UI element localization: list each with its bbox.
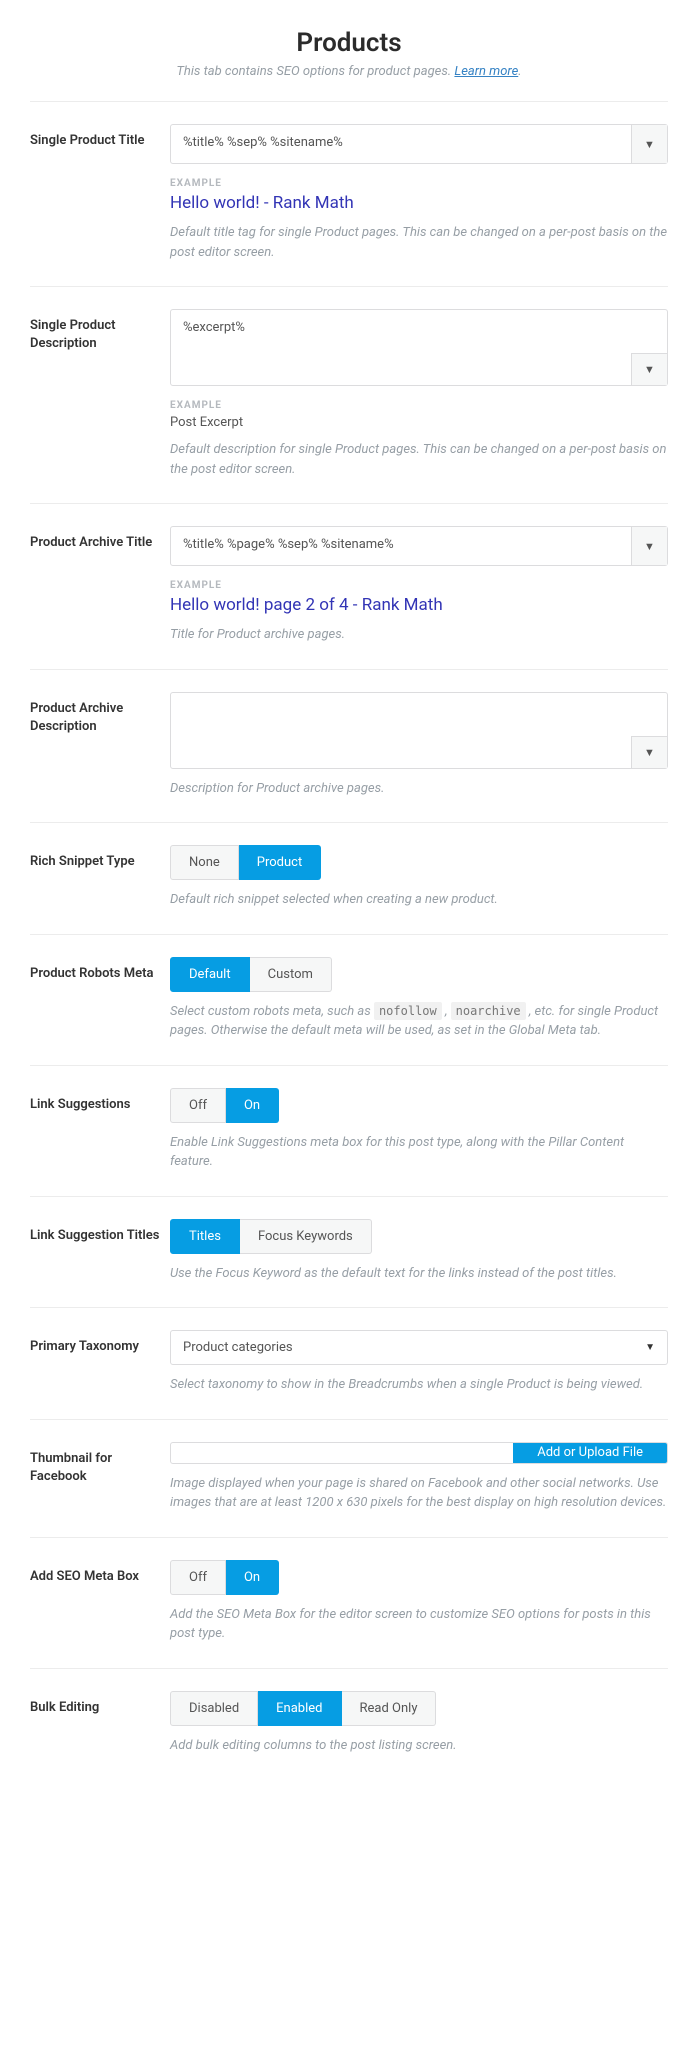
bulk-edit-enabled[interactable]: Enabled <box>258 1691 341 1726</box>
robots-mid1: , <box>442 1004 451 1019</box>
link-sugg-desc: Enable Link Suggestions meta box for thi… <box>170 1133 668 1172</box>
archive-desc-value[interactable] <box>171 693 667 768</box>
bulk-edit-group: Disabled Enabled Read Only <box>170 1691 436 1726</box>
link-sugg-off[interactable]: Off <box>170 1088 226 1123</box>
single-desc-value[interactable]: %excerpt% <box>171 310 667 385</box>
robots-default[interactable]: Default <box>170 957 250 992</box>
seo-box-off[interactable]: Off <box>170 1560 226 1595</box>
single-title-example: Hello world! - Rank Math <box>170 193 668 213</box>
single-desc-dropdown[interactable]: ▼ <box>631 353 667 385</box>
section-rich-snippet: Rich Snippet Type None Product Default r… <box>30 822 668 934</box>
chevron-down-icon: ▼ <box>644 746 655 759</box>
single-desc-desc: Default description for single Product p… <box>170 440 668 479</box>
primary-tax-select[interactable]: Product categories ▼ <box>170 1330 668 1365</box>
label-bulk-edit: Bulk Editing <box>30 1691 170 1717</box>
label-rich-snippet: Rich Snippet Type <box>30 845 170 871</box>
example-label: EXAMPLE <box>170 400 668 411</box>
subtitle-post: . <box>518 64 521 79</box>
section-robots: Product Robots Meta Default Custom Selec… <box>30 934 668 1065</box>
label-primary-tax: Primary Taxonomy <box>30 1330 170 1356</box>
robots-custom[interactable]: Custom <box>250 957 332 992</box>
label-single-title: Single Product Title <box>30 124 170 150</box>
thumb-fb-desc: Image displayed when your page is shared… <box>170 1474 668 1513</box>
triangle-down-icon: ▼ <box>645 1342 655 1353</box>
label-archive-title: Product Archive Title <box>30 526 170 552</box>
robots-code1: nofollow <box>374 1002 442 1020</box>
section-link-sugg-titles: Link Suggestion Titles Titles Focus Keyw… <box>30 1196 668 1308</box>
section-seo-box: Add SEO Meta Box Off On Add the SEO Meta… <box>30 1537 668 1668</box>
thumb-fb-upload-button[interactable]: Add or Upload File <box>513 1443 667 1463</box>
archive-title-example: Hello world! page 2 of 4 - Rank Math <box>170 595 668 615</box>
archive-title-dropdown[interactable]: ▼ <box>631 527 667 565</box>
learn-more-link[interactable]: Learn more <box>454 64 518 79</box>
seo-box-on[interactable]: On <box>226 1560 279 1595</box>
rich-snippet-desc: Default rich snippet selected when creat… <box>170 890 668 910</box>
page-subtitle: This tab contains SEO options for produc… <box>30 64 668 79</box>
single-desc-example: Post Excerpt <box>170 415 668 430</box>
bulk-edit-readonly[interactable]: Read Only <box>342 1691 437 1726</box>
label-single-desc: Single Product Description <box>30 309 170 353</box>
section-thumb-fb: Thumbnail for Facebook Add or Upload Fil… <box>30 1419 668 1537</box>
chevron-down-icon: ▼ <box>644 138 655 151</box>
archive-title-desc: Title for Product archive pages. <box>170 625 668 645</box>
page-title: Products <box>30 28 668 58</box>
robots-group: Default Custom <box>170 957 332 992</box>
rich-snippet-none[interactable]: None <box>170 845 239 880</box>
label-link-sugg: Link Suggestions <box>30 1088 170 1114</box>
section-single-desc: Single Product Description %excerpt% ▼ E… <box>30 286 668 503</box>
archive-title-value[interactable]: %title% %page% %sep% %sitename% <box>171 527 631 565</box>
robots-desc: Select custom robots meta, such as nofol… <box>170 1002 668 1041</box>
single-title-input[interactable]: %title% %sep% %sitename% ▼ <box>170 124 668 164</box>
archive-desc-dropdown[interactable]: ▼ <box>631 736 667 768</box>
bulk-edit-desc: Add bulk editing columns to the post lis… <box>170 1736 668 1756</box>
subtitle-text: This tab contains SEO options for produc… <box>176 64 454 79</box>
bulk-edit-disabled[interactable]: Disabled <box>170 1691 258 1726</box>
chevron-down-icon: ▼ <box>644 363 655 376</box>
archive-title-input[interactable]: %title% %page% %sep% %sitename% ▼ <box>170 526 668 566</box>
example-label: EXAMPLE <box>170 580 668 591</box>
robots-code2: noarchive <box>451 1002 526 1020</box>
single-title-value[interactable]: %title% %sep% %sitename% <box>171 125 631 163</box>
section-bulk-edit: Bulk Editing Disabled Enabled Read Only … <box>30 1668 668 1780</box>
single-desc-input[interactable]: %excerpt% ▼ <box>170 309 668 386</box>
link-sugg-group: Off On <box>170 1088 279 1123</box>
label-link-sugg-titles: Link Suggestion Titles <box>30 1219 170 1245</box>
link-sugg-titles-desc: Use the Focus Keyword as the default tex… <box>170 1264 668 1284</box>
label-seo-box: Add SEO Meta Box <box>30 1560 170 1586</box>
label-robots: Product Robots Meta <box>30 957 170 983</box>
section-single-title: Single Product Title %title% %sep% %site… <box>30 101 668 286</box>
link-sugg-on[interactable]: On <box>226 1088 279 1123</box>
link-sugg-titles-titles[interactable]: Titles <box>170 1219 240 1254</box>
label-thumb-fb: Thumbnail for Facebook <box>30 1442 170 1486</box>
section-primary-tax: Primary Taxonomy Product categories ▼ Se… <box>30 1307 668 1419</box>
seo-box-group: Off On <box>170 1560 279 1595</box>
example-label: EXAMPLE <box>170 178 668 189</box>
rich-snippet-product[interactable]: Product <box>239 845 321 880</box>
section-archive-desc: Product Archive Description ▼ Descriptio… <box>30 669 668 823</box>
section-archive-title: Product Archive Title %title% %page% %se… <box>30 503 668 669</box>
primary-tax-value: Product categories <box>183 1340 293 1355</box>
link-sugg-titles-focus[interactable]: Focus Keywords <box>240 1219 372 1254</box>
archive-desc-input[interactable]: ▼ <box>170 692 668 769</box>
primary-tax-desc: Select taxonomy to show in the Breadcrum… <box>170 1375 668 1395</box>
section-link-sugg: Link Suggestions Off On Enable Link Sugg… <box>30 1065 668 1196</box>
link-sugg-titles-group: Titles Focus Keywords <box>170 1219 372 1254</box>
archive-desc-desc: Description for Product archive pages. <box>170 779 668 799</box>
label-archive-desc: Product Archive Description <box>30 692 170 736</box>
chevron-down-icon: ▼ <box>644 540 655 553</box>
thumb-fb-input[interactable] <box>171 1443 513 1463</box>
seo-box-desc: Add the SEO Meta Box for the editor scre… <box>170 1605 668 1644</box>
single-title-dropdown[interactable]: ▼ <box>631 125 667 163</box>
robots-desc-pre: Select custom robots meta, such as <box>170 1004 374 1019</box>
rich-snippet-group: None Product <box>170 845 321 880</box>
single-title-desc: Default title tag for single Product pag… <box>170 223 668 262</box>
thumb-fb-wrap: Add or Upload File <box>170 1442 668 1464</box>
